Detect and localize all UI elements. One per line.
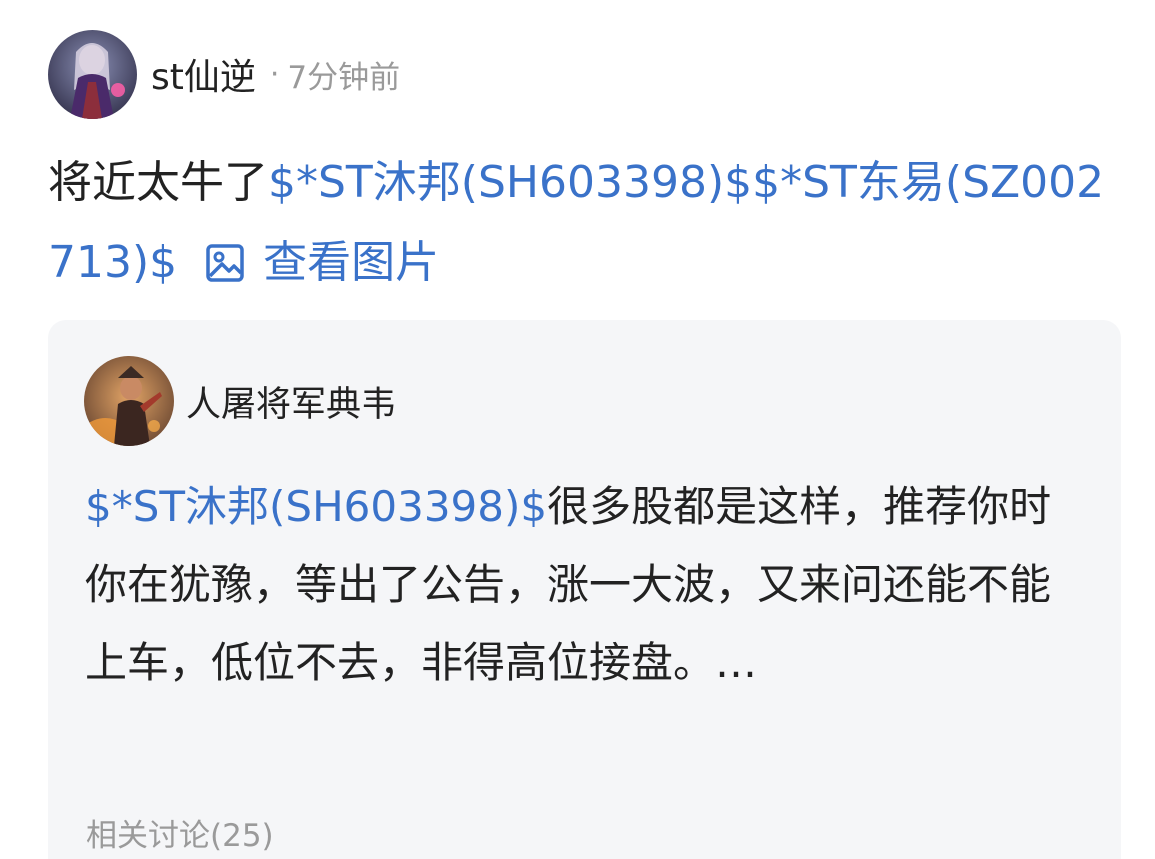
view-image-link[interactable]: 查看图片 (205, 237, 439, 288)
quoted-content: $*ST沐邦(SH603398)$很多股都是这样，推荐你时你在犹豫，等出了公告，… (85, 468, 1090, 702)
post-text-prefix: 将近太牛了 (48, 157, 268, 208)
post-author-row: st仙逆 · 7分钟前 (48, 29, 400, 119)
quoted-post-card[interactable]: 人屠将军典韦 $*ST沐邦(SH603398)$很多股都是这样，推荐你时你在犹豫… (48, 320, 1121, 859)
author-name[interactable]: st仙逆 (151, 48, 256, 100)
quoted-avatar[interactable] (84, 356, 174, 446)
quoted-stock-link[interactable]: $*ST沐邦(SH603398)$ (85, 482, 547, 531)
avatar[interactable] (48, 29, 137, 119)
post-time: 7分钟前 (287, 59, 401, 96)
image-icon (205, 229, 245, 309)
stock-link-mubang[interactable]: $*ST沐邦(SH603398)$ (268, 157, 752, 208)
post-item[interactable]: st仙逆 · 7分钟前 将近太牛了$*ST沐邦(SH603398)$$*ST东易… (0, 0, 1155, 859)
separator-dot: · (269, 56, 280, 92)
quoted-author-row: 人屠将军典韦 (84, 356, 396, 446)
post-content: 将近太牛了$*ST沐邦(SH603398)$$*ST东易(SZ002713)$ 查… (48, 143, 1118, 309)
quoted-author-name[interactable]: 人屠将军典韦 (186, 376, 396, 427)
view-image-label: 查看图片 (263, 237, 440, 288)
related-discussion-link[interactable]: 相关讨论(25) (86, 810, 274, 855)
